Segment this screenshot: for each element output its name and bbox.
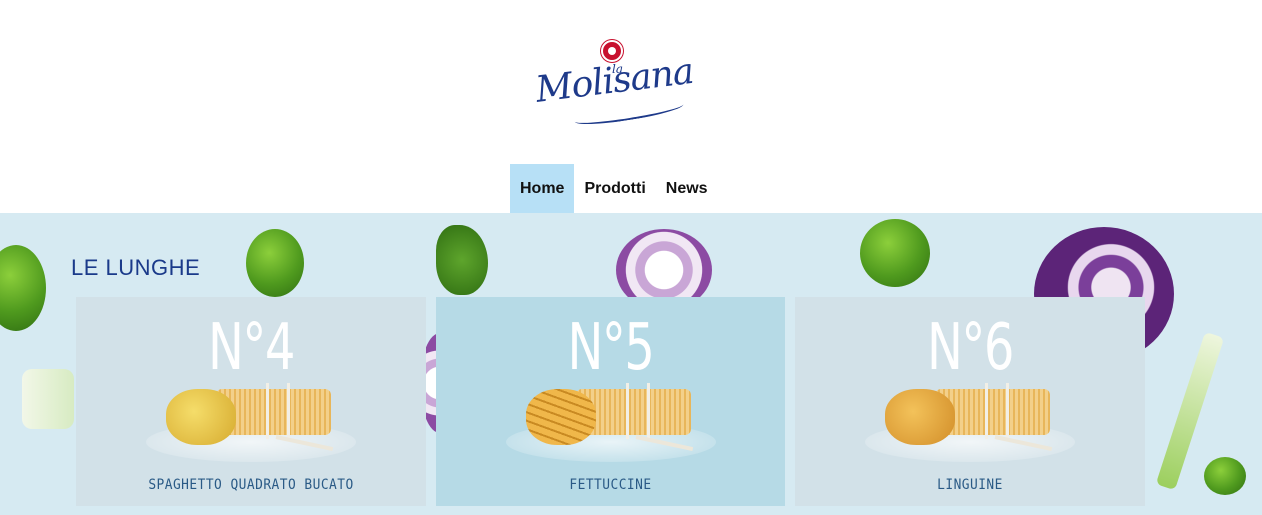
pasta-face	[885, 389, 955, 445]
pasta-string-tail	[275, 435, 334, 452]
pasta-string	[266, 383, 290, 439]
broccoli-decoration	[246, 229, 304, 297]
product-name: SPAGHETTO QUADRATO BUCATO	[148, 477, 354, 493]
parsley-decoration	[436, 225, 488, 295]
main-nav: Home Prodotti News	[510, 164, 718, 213]
pasta-bundle-image	[166, 379, 336, 452]
pasta-string	[626, 383, 650, 439]
la-molisana-logo[interactable]: la Molisana	[530, 36, 695, 129]
product-name: FETTUCCINE	[569, 477, 652, 493]
pasta-face	[166, 389, 236, 445]
nav-item-news[interactable]: News	[656, 164, 718, 213]
pasta-face	[526, 389, 596, 445]
pasta-string-tail	[994, 435, 1053, 452]
broccoli-decoration	[860, 219, 930, 287]
product-card[interactable]: N°6 LINGUINE	[795, 297, 1145, 506]
product-name: LINGUINE	[937, 477, 1003, 493]
product-number: N°6	[927, 311, 1014, 385]
hero-section: LE LUNGHE N°4 SPAGHETTO QUADRATO BUCATO …	[0, 213, 1262, 515]
product-number: N°5	[567, 311, 655, 385]
pasta-string	[985, 383, 1009, 439]
product-card[interactable]: N°5 FETTUCCINE	[436, 297, 785, 506]
broccoli-decoration	[0, 245, 46, 331]
nav-item-home[interactable]: Home	[510, 164, 575, 213]
pasta-string-tail	[635, 435, 694, 452]
broccoli-decoration	[1204, 457, 1246, 495]
nav-item-prodotti[interactable]: Prodotti	[574, 164, 655, 213]
product-card[interactable]: N°4 SPAGHETTO QUADRATO BUCATO	[76, 297, 426, 506]
celery-decoration	[22, 369, 74, 429]
section-title: LE LUNGHE	[71, 255, 201, 280]
product-number: N°4	[208, 311, 295, 385]
pasta-bundle-image	[885, 379, 1055, 452]
pasta-bundle-image	[526, 379, 696, 452]
